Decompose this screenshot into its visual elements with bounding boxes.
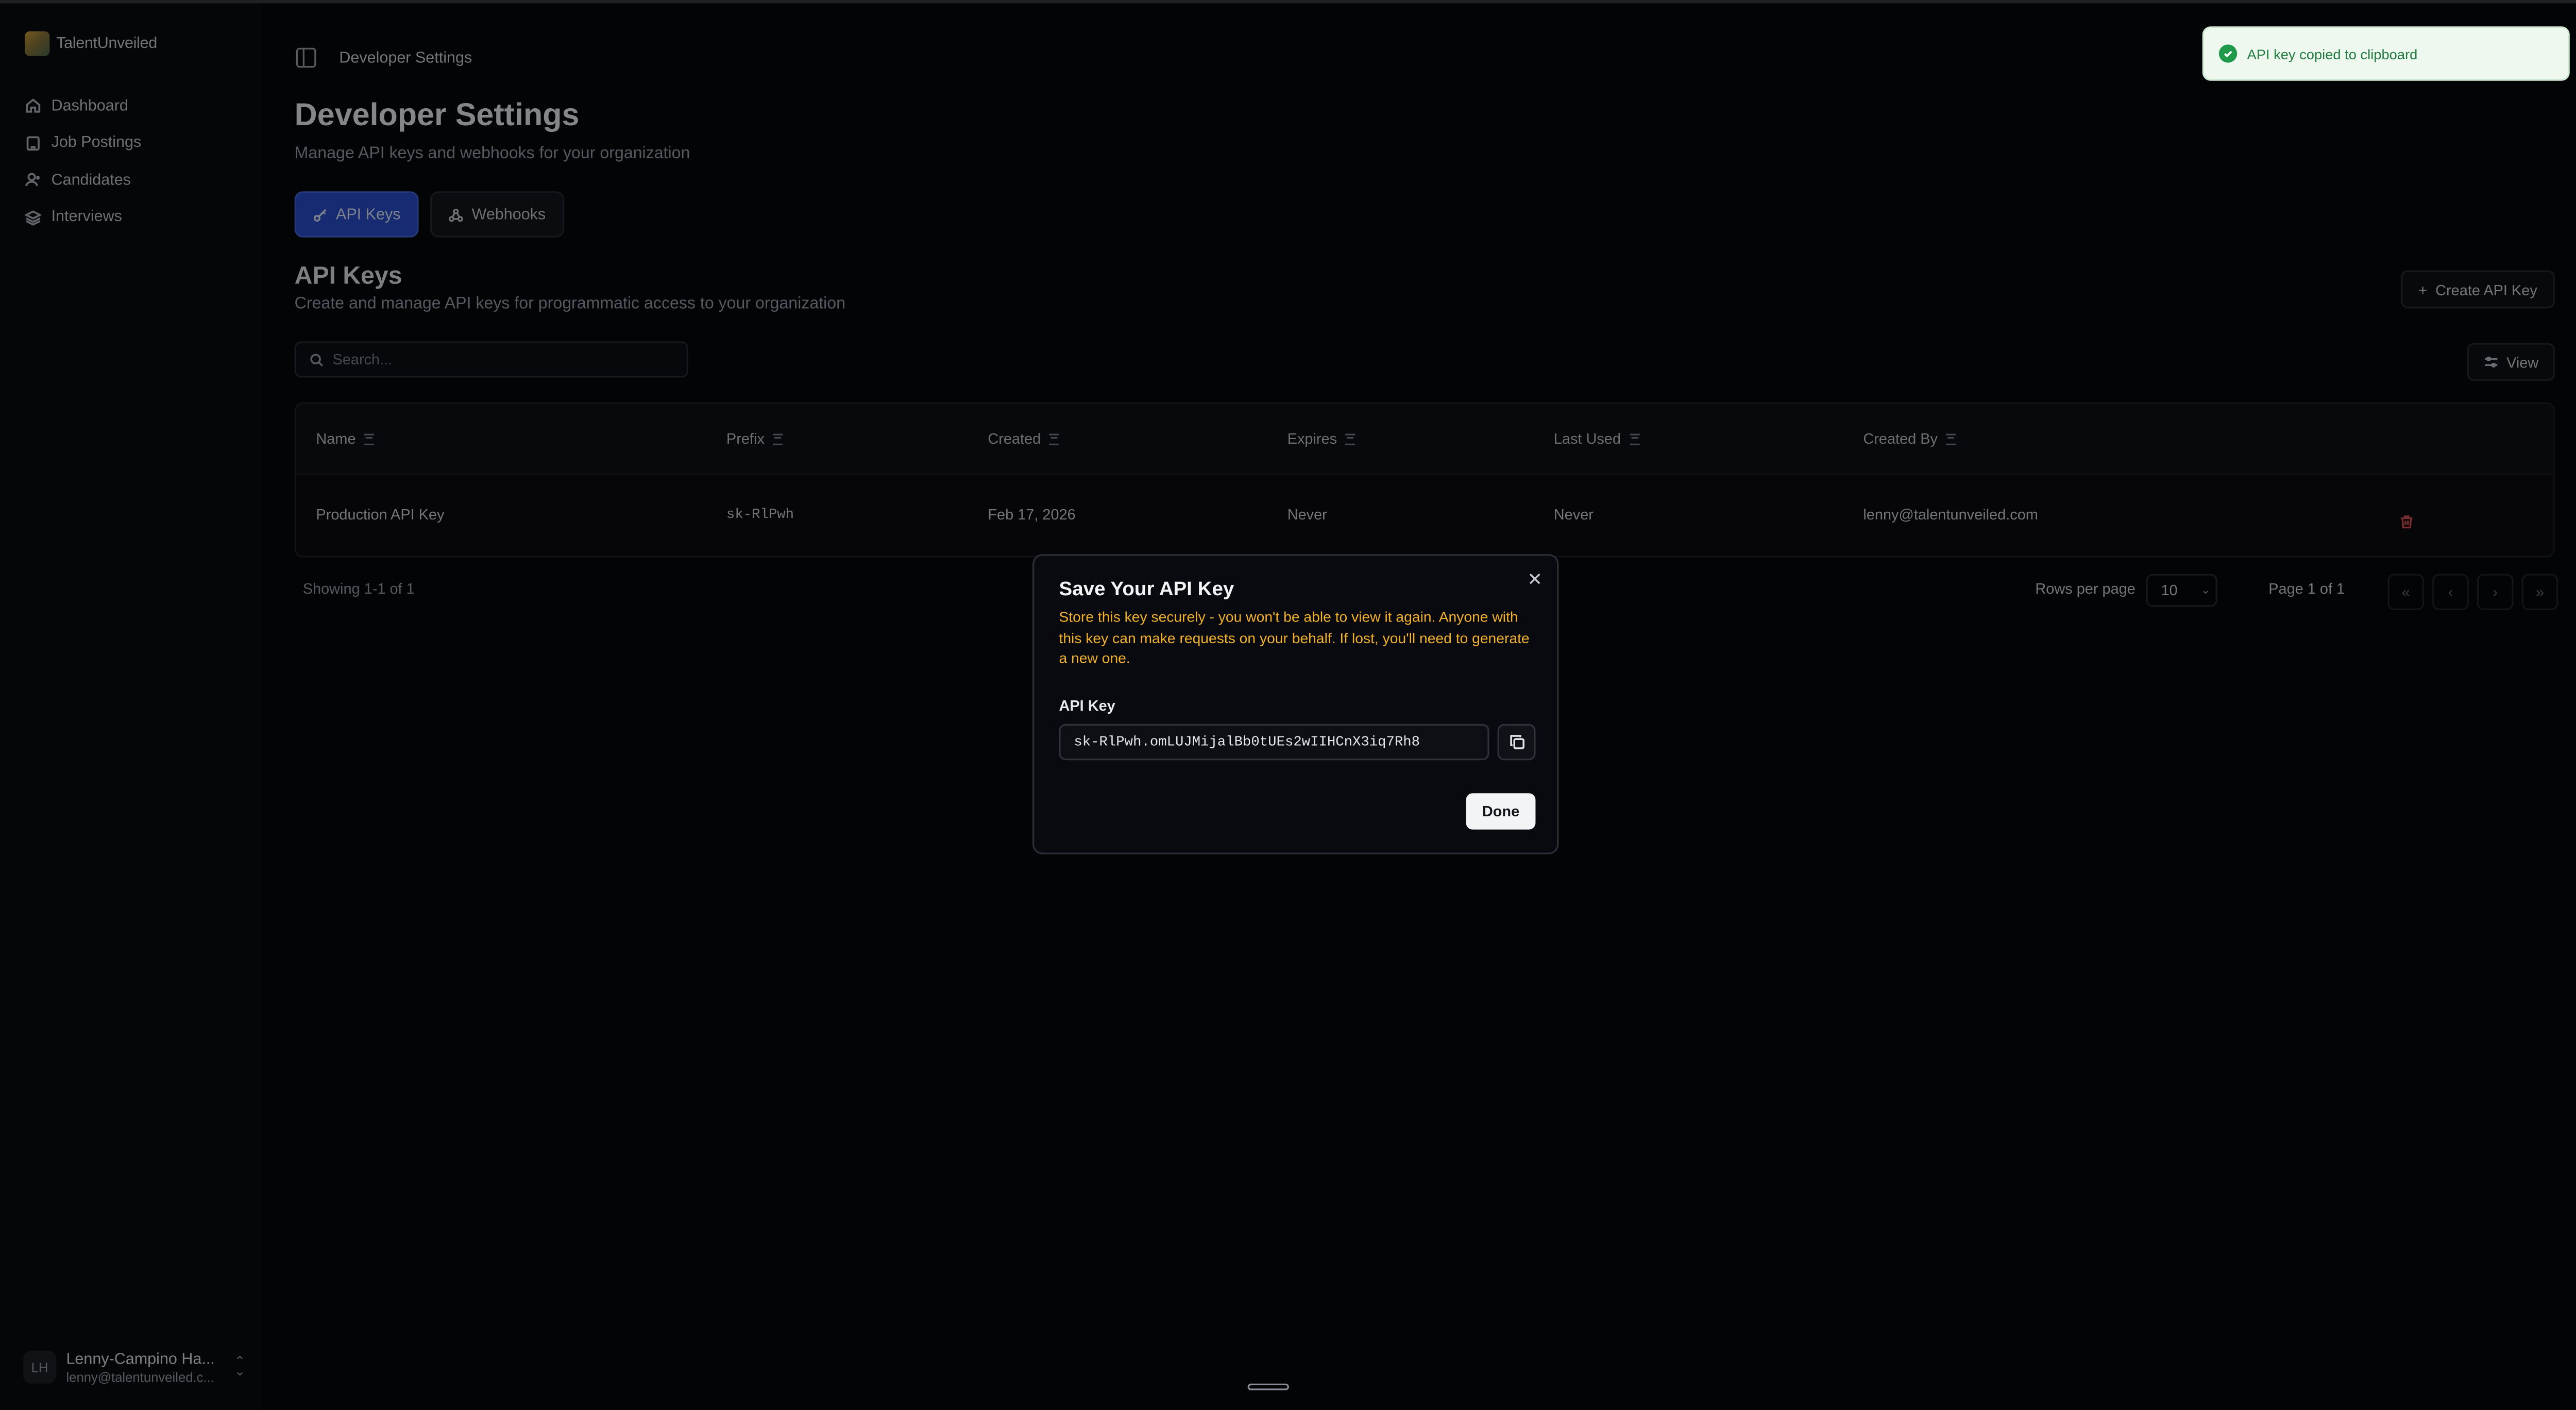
check-circle-icon (2218, 44, 2238, 63)
save-api-key-dialog: Save Your API Key ✕ Store this key secur… (1032, 554, 1559, 854)
api-key-field[interactable]: sk-RlPwh.omLUJMijalBb0tUEs2wIIHCnX3iq7Rh… (1059, 724, 1489, 761)
done-button[interactable]: Done (1466, 793, 1536, 830)
dialog-title: Save Your API Key (1059, 577, 1234, 600)
copy-icon (1509, 735, 1524, 749)
copy-key-button[interactable] (1497, 724, 1536, 761)
close-icon[interactable]: ✕ (1527, 572, 1543, 590)
home-indicator (1247, 1383, 1289, 1390)
dialog-warning: Store this key securely - you won't be a… (1059, 608, 1530, 666)
app-window: TalentUnveiled Dashboard Job Postings Ca… (0, 0, 2576, 1410)
api-key-label: API Key (1059, 697, 1115, 714)
toast-message: API key copied to clipboard (2247, 45, 2418, 62)
toast-notification: API key copied to clipboard (2202, 26, 2570, 81)
